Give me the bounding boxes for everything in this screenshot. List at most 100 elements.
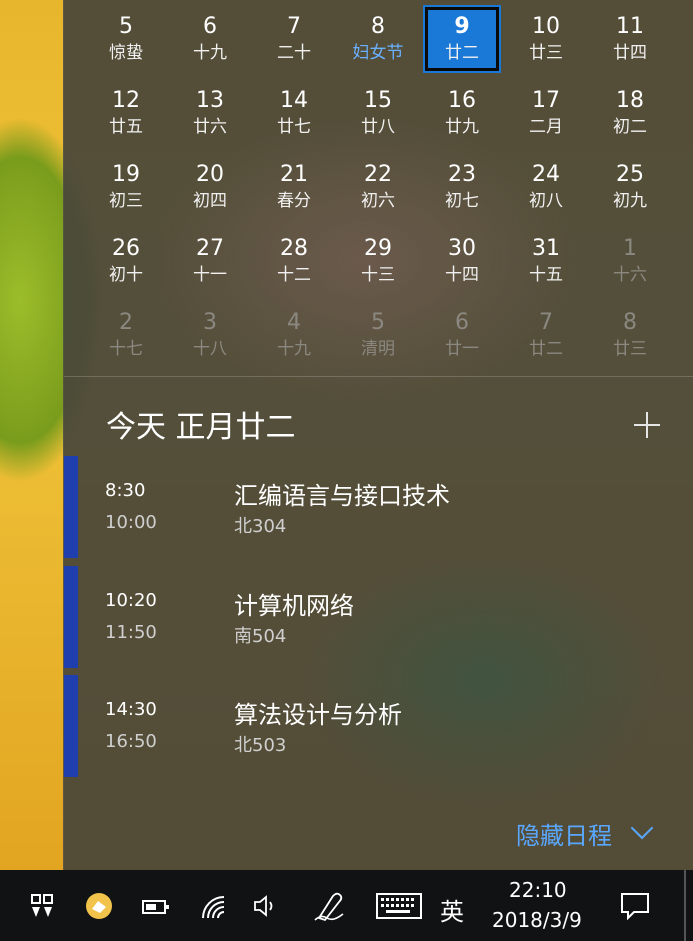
calendar-day[interactable]: 29 十三 xyxy=(339,226,417,296)
taskview-icon[interactable] xyxy=(30,893,54,919)
calendar-day[interactable]: 8 妇女节 xyxy=(339,4,417,74)
calendar-day-lunar: 十四 xyxy=(445,265,479,285)
clock-date[interactable]: 2018/3/9 xyxy=(492,908,582,932)
volume-icon[interactable] xyxy=(252,894,280,918)
calendar-day[interactable]: 4 十九 xyxy=(255,300,333,370)
calendar-day-lunar: 初八 xyxy=(529,191,563,211)
event-end-time: 16:50 xyxy=(105,731,157,752)
calendar-day-number: 9 xyxy=(454,14,470,39)
show-desktop-button[interactable] xyxy=(684,870,686,941)
calendar-day[interactable]: 6 十九 xyxy=(171,4,249,74)
calendar-day-number: 5 xyxy=(371,310,385,335)
calendar-day[interactable]: 30 十四 xyxy=(423,226,501,296)
calendar-day-lunar: 十三 xyxy=(361,265,395,285)
calendar-day-lunar: 廿八 xyxy=(361,117,395,137)
calendar-day[interactable]: 13 廿六 xyxy=(171,78,249,148)
calendar-day[interactable]: 27 十一 xyxy=(171,226,249,296)
event-color-bar xyxy=(64,566,78,668)
agenda-event[interactable]: 8:30 10:00 汇编语言与接口技术 北304 xyxy=(64,456,693,558)
calendar-day-number: 8 xyxy=(623,310,637,335)
input-method-indicator[interactable]: 英 xyxy=(440,892,464,927)
chevron-down-icon[interactable] xyxy=(630,816,654,840)
calendar-day-number: 2 xyxy=(119,310,133,335)
calendar-day-number: 12 xyxy=(112,88,140,113)
calendar-day-lunar: 初十 xyxy=(109,265,143,285)
calendar-day[interactable]: 11 廿四 xyxy=(591,4,669,74)
calendar-day[interactable]: 1 十六 xyxy=(591,226,669,296)
calendar-day-today[interactable]: 9 廿二 xyxy=(425,7,499,71)
calendar-day-lunar: 十九 xyxy=(277,339,311,359)
event-end-time: 11:50 xyxy=(105,622,157,643)
calendar-day[interactable]: 19 初三 xyxy=(87,152,165,222)
calendar-day-lunar: 十九 xyxy=(193,43,227,63)
calendar-day-lunar: 十二 xyxy=(277,265,311,285)
calendar-day-number: 17 xyxy=(532,88,560,113)
calendar-day-lunar: 廿三 xyxy=(613,339,647,359)
calendar-day-lunar: 廿五 xyxy=(109,117,143,137)
calendar-day-number: 3 xyxy=(203,310,217,335)
calendar-day-number: 15 xyxy=(364,88,392,113)
calendar-day[interactable]: 25 初九 xyxy=(591,152,669,222)
calendar-day[interactable]: 17 二月 xyxy=(507,78,585,148)
calendar-day[interactable]: 5 惊蛰 xyxy=(87,4,165,74)
calendar-day[interactable]: 21 春分 xyxy=(255,152,333,222)
event-title: 算法设计与分析 xyxy=(234,701,402,729)
calendar-day[interactable]: 8 廿三 xyxy=(591,300,669,370)
calendar-day[interactable]: 20 初四 xyxy=(171,152,249,222)
calendar-day-lunar: 二月 xyxy=(529,117,563,137)
event-location: 南504 xyxy=(234,626,287,647)
event-title: 计算机网络 xyxy=(234,592,354,620)
calendar-day[interactable]: 7 廿二 xyxy=(507,300,585,370)
agenda-event[interactable]: 10:20 11:50 计算机网络 南504 xyxy=(64,566,693,668)
calendar-day-number: 7 xyxy=(539,310,553,335)
calendar-day[interactable]: 15 廿八 xyxy=(339,78,417,148)
calendar-day[interactable]: 12 廿五 xyxy=(87,78,165,148)
calendar-day-lunar: 廿七 xyxy=(277,117,311,137)
calendar-day[interactable]: 3 十八 xyxy=(171,300,249,370)
calendar-day-number: 31 xyxy=(532,236,560,261)
calendar-day[interactable]: 14 廿七 xyxy=(255,78,333,148)
event-title: 汇编语言与接口技术 xyxy=(234,482,450,510)
calendar-day-number: 21 xyxy=(280,162,308,187)
calendar-day[interactable]: 23 初七 xyxy=(423,152,501,222)
calendar-day-number: 18 xyxy=(616,88,644,113)
pen-icon[interactable] xyxy=(313,890,347,922)
keyboard-icon[interactable] xyxy=(376,893,422,919)
calendar-day[interactable]: 18 初二 xyxy=(591,78,669,148)
app-icon[interactable] xyxy=(85,892,113,920)
calendar-day[interactable]: 2 十七 xyxy=(87,300,165,370)
battery-icon[interactable] xyxy=(142,898,170,916)
agenda-event[interactable]: 14:30 16:50 算法设计与分析 北503 xyxy=(64,675,693,777)
calendar-day-number: 5 xyxy=(119,14,133,39)
calendar-day[interactable]: 16 廿九 xyxy=(423,78,501,148)
calendar-day-lunar: 十七 xyxy=(109,339,143,359)
calendar-day[interactable]: 26 初十 xyxy=(87,226,165,296)
event-color-bar xyxy=(64,456,78,558)
calendar-day[interactable]: 24 初八 xyxy=(507,152,585,222)
add-event-button[interactable] xyxy=(630,408,664,442)
calendar-day-number: 19 xyxy=(112,162,140,187)
calendar-day-number: 25 xyxy=(616,162,644,187)
calendar-day-number: 11 xyxy=(616,14,644,39)
hide-schedule-link[interactable]: 隐藏日程 xyxy=(516,816,612,851)
clock-time[interactable]: 22:10 xyxy=(509,878,567,902)
calendar-day-number: 6 xyxy=(203,14,217,39)
notification-icon[interactable] xyxy=(620,892,650,920)
calendar-day-lunar: 廿三 xyxy=(529,43,563,63)
calendar-day-number: 8 xyxy=(371,14,385,39)
calendar-day[interactable]: 31 十五 xyxy=(507,226,585,296)
calendar-day-number: 14 xyxy=(280,88,308,113)
calendar-day[interactable]: 28 十二 xyxy=(255,226,333,296)
calendar-day[interactable]: 22 初六 xyxy=(339,152,417,222)
calendar-day-lunar: 廿一 xyxy=(445,339,479,359)
calendar-day[interactable]: 5 清明 xyxy=(339,300,417,370)
calendar-day[interactable]: 10 廿三 xyxy=(507,4,585,74)
calendar-day-number: 6 xyxy=(455,310,469,335)
calendar-day[interactable]: 6 廿一 xyxy=(423,300,501,370)
calendar-day-number: 29 xyxy=(364,236,392,261)
wifi-icon[interactable] xyxy=(200,894,226,920)
calendar-day-number: 7 xyxy=(287,14,301,39)
calendar-day[interactable]: 7 二十 xyxy=(255,4,333,74)
calendar-day-number: 22 xyxy=(364,162,392,187)
calendar-day-number: 20 xyxy=(196,162,224,187)
